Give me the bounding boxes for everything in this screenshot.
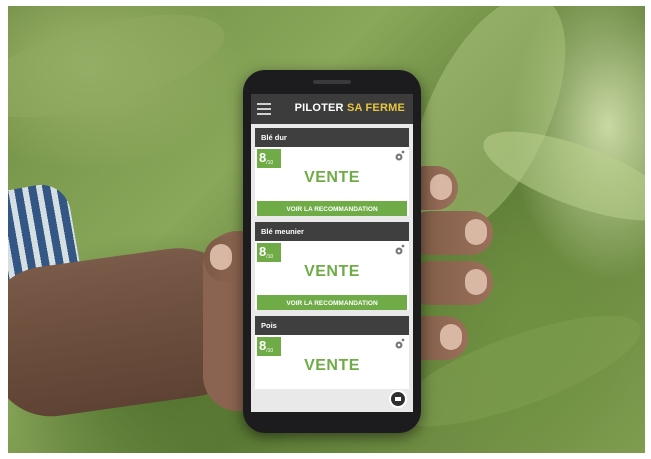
app-logo: PILOTER SA FERME [295,102,405,114]
score-max: /10 [266,254,274,260]
leaf-blur [8,6,234,139]
crop-title: Pois [255,316,409,335]
app-header: PILOTER SA FERME [251,94,413,124]
brand-main: PILOTER [294,102,344,114]
recommendation-label: VENTE [304,357,360,374]
score-max: /10 [266,348,274,354]
crop-card: Blé dur 8/10 VENTE VOIR LA RECOMMANDATIO… [255,128,409,216]
smartphone: PILOTER SA FERME Blé dur 8/10 VENTE VOIR… [243,70,421,433]
crop-card: Blé meunier 8/10 VENTE VOIR LA RECOMMAND… [255,222,409,310]
view-recommendation-button[interactable]: VOIR LA RECOMMANDATION [257,295,407,310]
app-screen: PILOTER SA FERME Blé dur 8/10 VENTE VOIR… [251,94,413,412]
score-max: /10 [266,160,274,166]
phone-speaker [313,80,351,84]
score-badge: 8/10 [257,243,281,262]
message-fab[interactable] [389,390,407,408]
card-body: 8/10 VENTE [255,147,409,201]
gear-icon [395,338,405,349]
gear-icon [395,244,405,255]
card-body: 8/10 VENTE [255,335,409,389]
view-recommendation-button[interactable]: VOIR LA RECOMMANDATION [257,201,407,216]
recommendation-label: VENTE [304,169,360,186]
hamburger-menu-icon[interactable] [257,103,271,115]
card-body: 8/10 VENTE [255,241,409,295]
recommendation-label: VENTE [304,263,360,280]
crop-card: Pois 8/10 VENTE [255,316,409,389]
message-icon [395,397,401,401]
crop-title: Blé meunier [255,222,409,241]
gear-icon [395,150,405,161]
score-badge: 8/10 [257,337,281,356]
score-badge: 8/10 [257,149,281,168]
crop-title: Blé dur [255,128,409,147]
brand-accent: SA FERME [346,102,405,114]
